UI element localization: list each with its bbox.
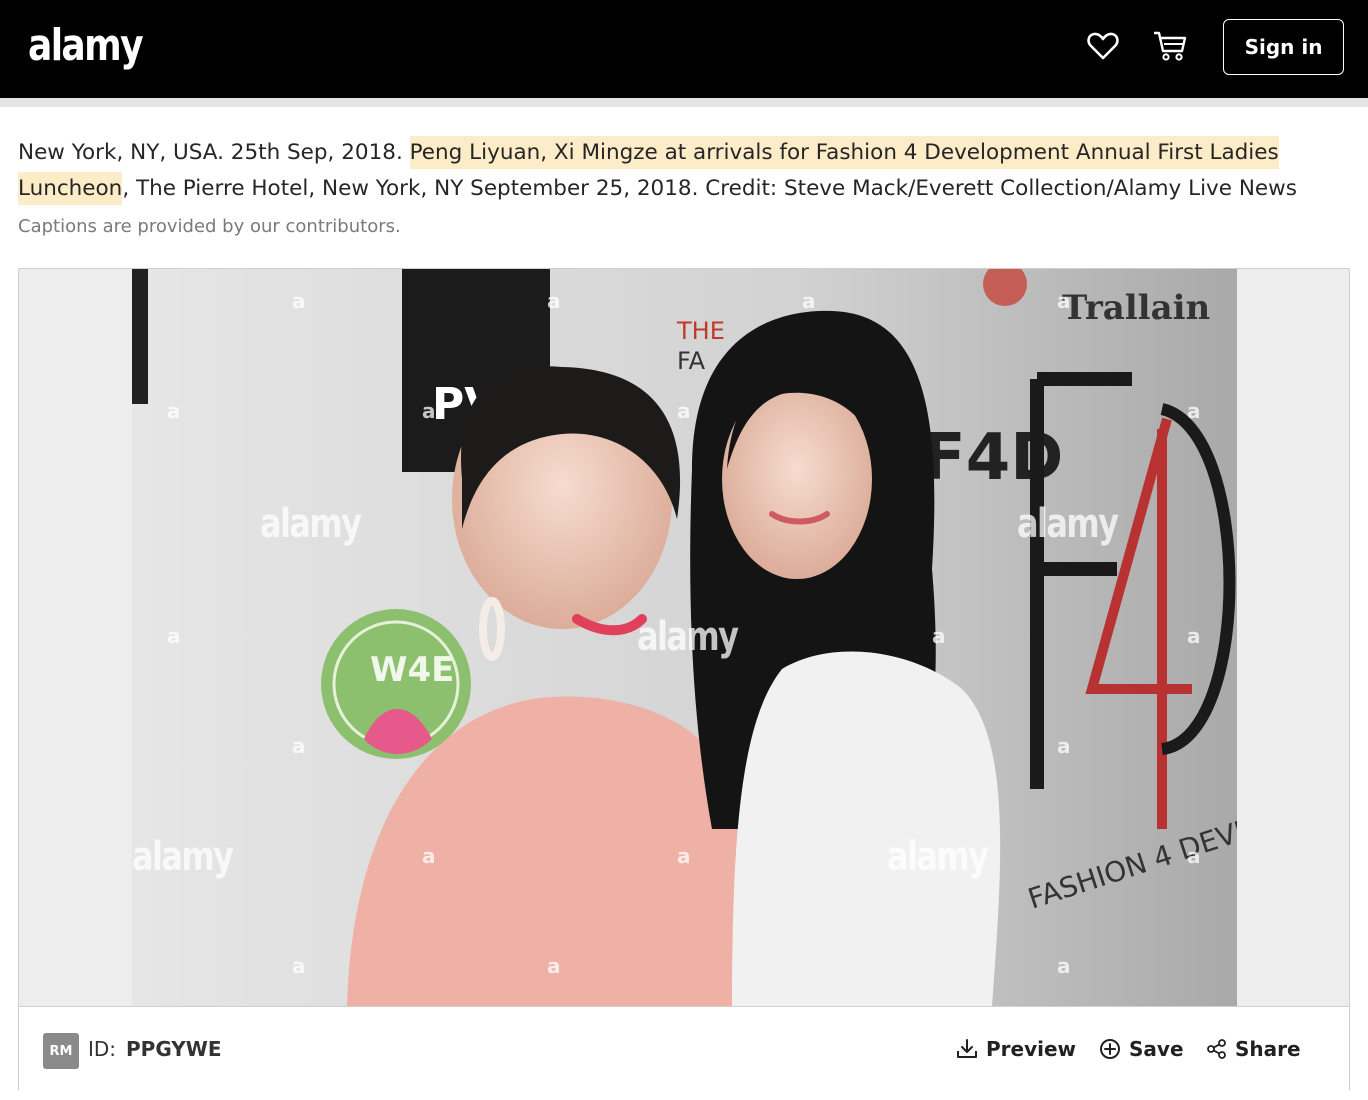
license-badge: RM bbox=[43, 1033, 79, 1069]
site-header: alamy Sign in bbox=[0, 0, 1368, 98]
svg-text:THE: THE bbox=[676, 317, 725, 345]
save-button[interactable]: Save bbox=[1099, 1035, 1184, 1063]
watermark-small: a bbox=[677, 844, 691, 868]
watermark-small: a bbox=[1057, 734, 1071, 758]
watermark: alamy bbox=[260, 501, 362, 547]
share-button[interactable]: Share bbox=[1207, 1035, 1301, 1063]
watermark-small: a bbox=[677, 399, 691, 423]
watermark: alamy bbox=[1017, 501, 1119, 547]
watermark-small: a bbox=[167, 399, 181, 423]
cart-button[interactable] bbox=[1150, 26, 1190, 66]
watermark-small: a bbox=[292, 289, 306, 313]
svg-text:W4E: W4E bbox=[370, 650, 454, 690]
watermark-small: a bbox=[1187, 844, 1201, 868]
sign-in-button[interactable]: Sign in bbox=[1223, 19, 1344, 75]
watermark-small: a bbox=[1057, 954, 1071, 978]
svg-text:Trallain: Trallain bbox=[1062, 288, 1210, 328]
image-id-value: PPGYWE bbox=[126, 1037, 222, 1061]
preview-label: Preview bbox=[986, 1037, 1077, 1061]
watermark-small: a bbox=[292, 734, 306, 758]
preview-button[interactable]: Preview bbox=[956, 1035, 1076, 1063]
download-icon bbox=[957, 1039, 977, 1058]
watermark-small: a bbox=[422, 399, 436, 423]
watermark-small: a bbox=[1057, 289, 1071, 313]
watermark: alamy bbox=[887, 834, 989, 880]
share-label: Share bbox=[1235, 1037, 1301, 1061]
favorites-button[interactable] bbox=[1083, 26, 1123, 66]
watermark-small: a bbox=[1187, 399, 1201, 423]
watermark-small: a bbox=[932, 624, 946, 648]
watermark-small: a bbox=[547, 954, 561, 978]
watermark-small: a bbox=[1187, 624, 1201, 648]
image-viewer: PVH THE FA F4D Trallain FASHION 4 DEVELO… bbox=[18, 268, 1350, 1090]
header-divider bbox=[0, 98, 1368, 107]
image-info-bar: RM ID: PPGYWE Preview Save Share bbox=[19, 1006, 1349, 1090]
svg-text:FA: FA bbox=[677, 347, 706, 375]
heart-icon bbox=[1087, 32, 1119, 60]
cart-icon bbox=[1154, 31, 1187, 61]
watermark-small: a bbox=[292, 954, 306, 978]
image-id-label: ID: bbox=[88, 1037, 117, 1061]
watermark: alamy bbox=[132, 834, 234, 880]
share-icon bbox=[1207, 1039, 1226, 1059]
watermark-small: a bbox=[802, 289, 816, 313]
plus-circle-icon bbox=[1100, 1039, 1120, 1059]
image-caption: New York, NY, USA. 25th Sep, 2018. Peng … bbox=[18, 135, 1353, 207]
save-label: Save bbox=[1129, 1037, 1184, 1061]
caption-suffix: , The Pierre Hotel, New York, NY Septemb… bbox=[122, 176, 1297, 201]
watermark-small: a bbox=[422, 844, 436, 868]
stock-photo[interactable]: PVH THE FA F4D Trallain FASHION 4 DEVELO… bbox=[132, 269, 1237, 1006]
watermark-small: a bbox=[547, 289, 561, 313]
caption-disclaimer: Captions are provided by our contributor… bbox=[18, 216, 401, 237]
alamy-logo[interactable]: alamy bbox=[28, 16, 144, 76]
watermark: alamy bbox=[637, 614, 739, 660]
caption-prefix: New York, NY, USA. 25th Sep, 2018. bbox=[18, 140, 410, 165]
watermark-small: a bbox=[167, 624, 181, 648]
